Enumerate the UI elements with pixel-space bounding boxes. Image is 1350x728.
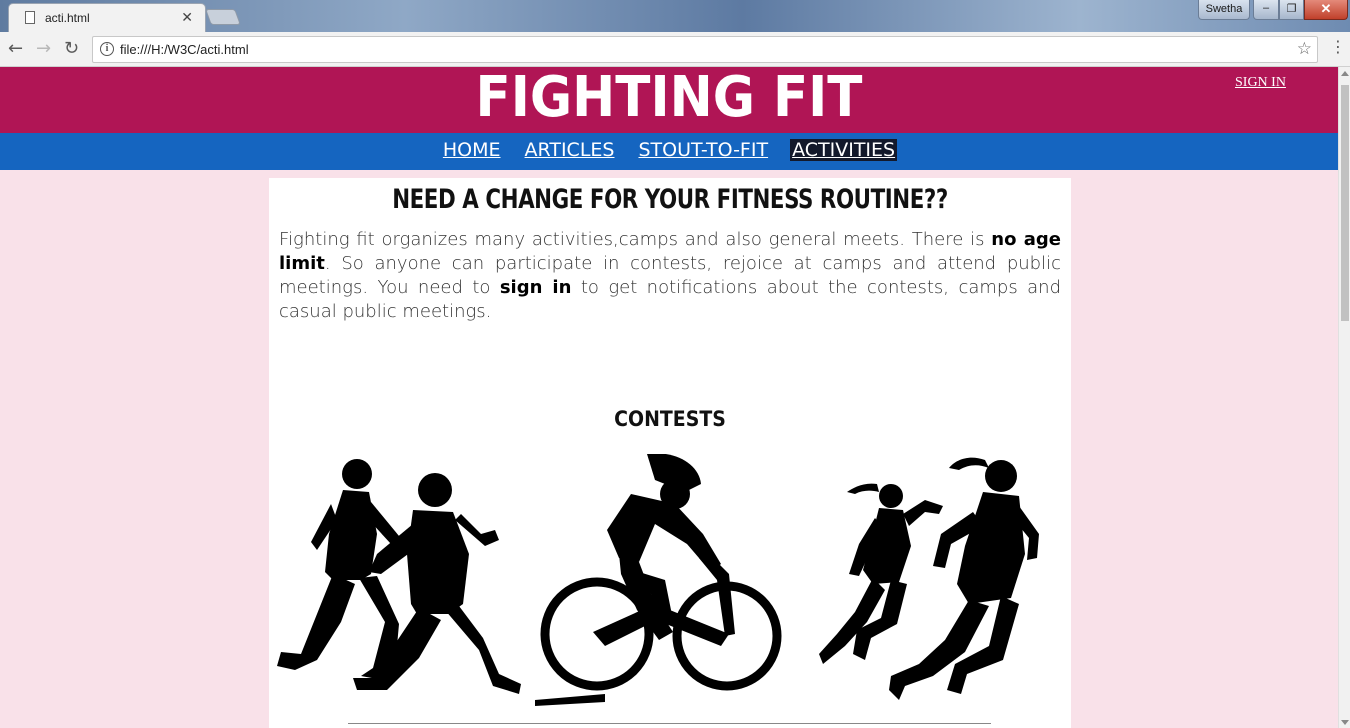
scroll-thumb[interactable] bbox=[1341, 85, 1349, 321]
page-heading: NEED A CHANGE FOR YOUR FITNESS ROUTINE?? bbox=[392, 184, 948, 215]
browser-toolbar: ← → ↻ i file:///H:/W3C/acti.html ☆ ⋮ bbox=[0, 32, 1350, 67]
page-viewport: FIGHTING FIT SIGN IN HOME ARTICLES STOUT-T… bbox=[0, 67, 1338, 728]
browser-tab[interactable]: acti.html ✕ bbox=[8, 3, 206, 32]
intro-text-1: Fighting fit organizes many activities,c… bbox=[279, 229, 992, 250]
nav-stout-to-fit[interactable]: STOUT-TO-FIT bbox=[636, 133, 770, 167]
section-divider bbox=[348, 723, 991, 724]
contest-images bbox=[273, 454, 1053, 714]
window-titlebar: acti.html ✕ Swetha ‒ ❐ ✕ bbox=[0, 0, 1350, 32]
female-runners-image bbox=[819, 457, 1039, 700]
page-scrollbar[interactable] bbox=[1338, 67, 1350, 728]
intro-bold-sign-in: sign in bbox=[499, 277, 572, 298]
back-arrow-icon[interactable]: ← bbox=[8, 38, 23, 59]
intro-paragraph: Fighting fit organizes many activities,c… bbox=[279, 228, 1061, 324]
main-nav: HOME ARTICLES STOUT-TO-FIT ACTIVITIES bbox=[0, 133, 1338, 170]
nav-home[interactable]: HOME bbox=[441, 133, 503, 167]
page-icon bbox=[25, 11, 35, 24]
nav-activities[interactable]: ACTIVITIES bbox=[790, 139, 898, 161]
url-text[interactable]: file:///H:/W3C/acti.html bbox=[120, 42, 249, 57]
close-tab-icon[interactable]: ✕ bbox=[181, 9, 193, 26]
forward-arrow-icon[interactable]: → bbox=[36, 38, 51, 59]
close-window-button[interactable]: ✕ bbox=[1304, 0, 1348, 20]
minimize-button[interactable]: ‒ bbox=[1253, 0, 1279, 20]
bookmark-star-icon[interactable]: ☆ bbox=[1297, 39, 1312, 59]
cyclist-image bbox=[535, 454, 782, 706]
address-bar[interactable]: i file:///H:/W3C/acti.html ☆ bbox=[92, 36, 1318, 63]
sign-in-link[interactable]: SIGN IN bbox=[1235, 75, 1286, 91]
tab-title: acti.html bbox=[45, 11, 90, 25]
content-card: NEED A CHANGE FOR YOUR FITNESS ROUTINE??… bbox=[269, 178, 1071, 728]
site-title: FIGHTING FIT bbox=[475, 67, 863, 130]
scroll-down-arrow-icon[interactable] bbox=[1341, 720, 1349, 725]
scroll-up-arrow-icon[interactable] bbox=[1341, 71, 1349, 76]
contests-heading: CONTESTS bbox=[614, 407, 726, 431]
browser-menu-icon[interactable]: ⋮ bbox=[1330, 39, 1346, 55]
runners-image bbox=[277, 459, 521, 694]
maximize-button[interactable]: ❐ bbox=[1279, 0, 1304, 20]
site-header: FIGHTING FIT SIGN IN bbox=[0, 67, 1338, 133]
user-profile-badge[interactable]: Swetha bbox=[1198, 0, 1250, 20]
nav-articles[interactable]: ARTICLES bbox=[523, 133, 617, 167]
info-icon[interactable]: i bbox=[100, 42, 114, 56]
new-tab-button[interactable] bbox=[205, 9, 241, 25]
reload-icon[interactable]: ↻ bbox=[64, 38, 79, 59]
